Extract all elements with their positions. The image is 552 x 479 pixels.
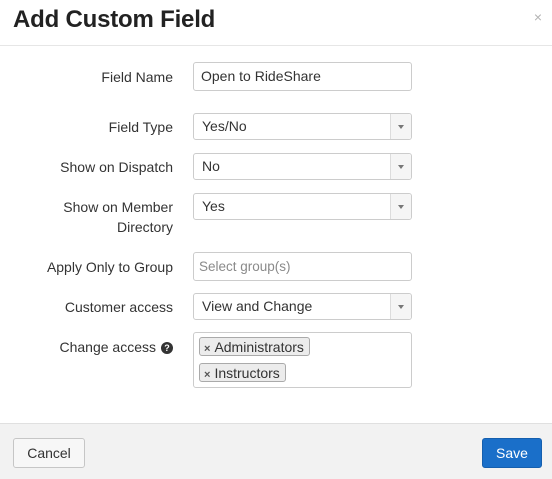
show-on-member-directory-label: Show on Member Directory [23,197,173,237]
change-access-label: Change access? [23,337,173,357]
save-button[interactable]: Save [482,438,542,468]
remove-tag-icon[interactable]: × [204,343,210,355]
chevron-down-icon [390,154,411,179]
cancel-button[interactable]: Cancel [13,438,85,468]
show-on-member-directory-select[interactable]: Yes [193,193,412,220]
show-on-dispatch-label: Show on Dispatch [60,159,173,175]
dialog-title: Add Custom Field [13,6,216,33]
change-access-label-text: Change access [59,339,156,355]
field-type-select[interactable]: Yes/No [193,113,412,140]
group-select-input[interactable]: Select group(s) [193,252,412,281]
show-on-dispatch-value: No [202,158,220,174]
tag-label: Instructors [214,365,280,381]
chevron-down-icon [390,194,411,219]
tag-label: Administrators [214,339,304,355]
add-custom-field-dialog: Add Custom Field × Field Name Open to Ri… [0,0,552,479]
tag-administrators: × Administrators [199,337,310,356]
show-on-member-directory-value: Yes [202,198,225,214]
show-on-member-directory-label-line2: Directory [116,219,173,235]
chevron-down-icon [390,294,411,319]
field-type-label: Field Type [108,119,173,135]
field-name-label: Field Name [101,69,173,85]
dialog-footer: Cancel Save [0,423,552,479]
tag-instructors: × Instructors [199,363,286,382]
customer-access-value: View and Change [202,298,313,314]
customer-access-label: Customer access [64,299,173,315]
change-access-multiselect[interactable]: × Administrators × Instructors [193,332,412,388]
apply-only-to-group-label: Apply Only to Group [46,259,173,275]
chevron-down-icon [390,114,411,139]
help-icon[interactable]: ? [161,342,173,354]
customer-access-select[interactable]: View and Change [193,293,412,320]
header-divider [0,45,552,46]
field-type-value: Yes/No [202,118,247,134]
show-on-dispatch-select[interactable]: No [193,153,412,180]
close-icon[interactable]: × [534,10,542,24]
show-on-member-directory-label-line1: Show on Member [63,199,173,215]
remove-tag-icon[interactable]: × [204,369,210,381]
field-name-input[interactable]: Open to RideShare [193,62,412,91]
